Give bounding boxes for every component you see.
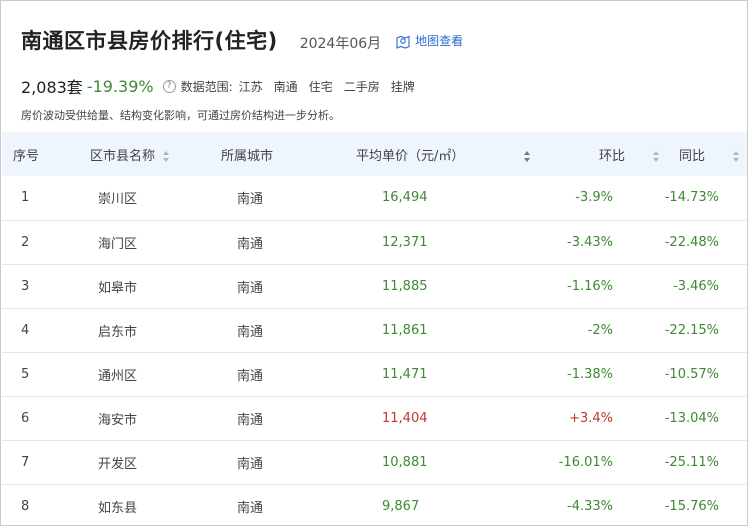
mom-change: -3.9% — [575, 190, 613, 206]
row-index: 1 — [21, 190, 30, 206]
col-header-index: 序号 — [13, 148, 40, 164]
scope-source: 挂牌 — [390, 79, 415, 94]
scope-label: 数据范围: — [180, 79, 233, 94]
scope-city: 南通 — [273, 79, 298, 94]
row-index: 7 — [21, 454, 30, 470]
sort-icon[interactable] — [524, 150, 531, 162]
mom-change: -3.43% — [567, 234, 613, 250]
city-name: 南通 — [237, 456, 264, 472]
yoy-change-cell: -15.76% — [664, 498, 719, 514]
district-name: 海安市 — [98, 412, 138, 428]
col-header-yoy[interactable]: 同比 — [651, 132, 747, 176]
avg-price: 16,494 — [382, 190, 428, 206]
scope-market: 二手房 — [343, 79, 380, 94]
city-name: 南通 — [237, 368, 264, 384]
avg-price: 10,881 — [382, 454, 428, 470]
row-index: 4 — [21, 322, 30, 338]
ranking-panel: 南通区市县房价排行(住宅) 2024年06月 地图查看 2,083套 -19.3… — [0, 0, 748, 526]
sort-icon[interactable] — [163, 150, 170, 162]
mom-change: -16.01% — [558, 454, 613, 470]
sort-icon[interactable] — [733, 150, 740, 162]
table-row[interactable]: 5 通州区 南通 11,471 -1.38% -10.57% — [2, 352, 747, 396]
avg-price: 11,885 — [382, 278, 428, 294]
scope-property-type: 住宅 — [308, 79, 333, 94]
table-row[interactable]: 1 崇川区 南通 16,494 -3.9% -14.73% — [2, 176, 747, 220]
district-name: 开发区 — [98, 456, 138, 472]
city-name: 南通 — [237, 412, 264, 428]
row-index: 5 — [21, 366, 30, 382]
yoy-change-cell: -10.57% — [664, 366, 719, 382]
col-header-avg-price[interactable]: 平均单价（元/㎡） — [338, 132, 539, 176]
row-index: 8 — [21, 498, 30, 514]
yoy-change-cell: -14.73% — [664, 190, 719, 206]
city-name: 南通 — [237, 280, 264, 296]
avg-price: 11,404 — [382, 410, 428, 426]
map-pin-icon — [396, 35, 410, 49]
table-row[interactable]: 2 海门区 南通 12,371 -3.43% -22.48% — [2, 220, 747, 264]
row-index: 6 — [21, 410, 30, 426]
district-name: 崇川区 — [98, 192, 138, 208]
city-name: 南通 — [237, 500, 264, 516]
avg-price: 12,371 — [382, 234, 428, 250]
yoy-change-cell: -25.11% — [664, 454, 719, 470]
description-text: 房价波动受供给量、结构变化影响，可通过房价结构进一步分析。 — [21, 109, 340, 122]
mom-change: -1.38% — [567, 366, 613, 382]
yoy-change: -19.39% — [86, 76, 154, 96]
summary-stats: 2,083套 -19.39% ? 数据范围: 江苏 南通 住宅 二手房 挂牌 — [21, 74, 415, 98]
yoy-change-cell: -13.04% — [664, 410, 719, 426]
table-row[interactable]: 6 海安市 南通 11,404 +3.4% -13.04% — [2, 396, 747, 440]
table-row[interactable]: 7 开发区 南通 10,881 -16.01% -25.11% — [2, 440, 747, 484]
district-name: 通州区 — [98, 368, 138, 384]
table-row[interactable]: 8 如东县 南通 9,867 -4.33% -15.76% — [2, 484, 747, 525]
map-view-link[interactable]: 地图查看 — [395, 32, 463, 49]
district-name: 启东市 — [98, 324, 138, 340]
map-view-label: 地图查看 — [415, 33, 464, 48]
page-title: 南通区市县房价排行(住宅) — [21, 29, 278, 53]
avg-price: 11,471 — [382, 366, 428, 382]
yoy-change-cell: -22.48% — [664, 234, 719, 250]
yoy-change-cell: -3.46% — [673, 278, 719, 294]
table-row[interactable]: 3 如皋市 南通 11,885 -1.16% -3.46% — [2, 264, 747, 308]
col-header-city: 所属城市 — [221, 148, 274, 164]
district-name: 如皋市 — [98, 280, 138, 296]
scope-province: 江苏 — [238, 79, 263, 94]
row-index: 2 — [21, 234, 30, 250]
mom-change: -4.33% — [567, 498, 613, 514]
avg-price: 11,861 — [382, 322, 428, 338]
district-name: 如东县 — [98, 500, 138, 516]
col-header-district[interactable]: 区市县名称 — [78, 132, 203, 176]
district-name: 海门区 — [98, 236, 138, 252]
ranking-table: 序号 区市县名称 所属城市 平均单价（元/㎡） 环比 同比 1 崇川区 南通 16,4… — [2, 132, 747, 525]
mom-change: -1.16% — [567, 278, 613, 294]
report-date: 2024年06月 — [299, 36, 382, 52]
col-header-mom[interactable]: 环比 — [539, 132, 660, 176]
panel-header: 南通区市县房价排行(住宅) 2024年06月 地图查看 — [21, 25, 463, 55]
city-name: 南通 — [237, 236, 264, 252]
row-index: 3 — [21, 278, 30, 294]
yoy-change-cell: -22.15% — [664, 322, 719, 338]
listing-count: 2,083套 — [21, 78, 83, 97]
table-row[interactable]: 4 启东市 南通 11,861 -2% -22.15% — [2, 308, 747, 352]
table-header-row: 序号 区市县名称 所属城市 平均单价（元/㎡） 环比 同比 — [2, 132, 747, 176]
help-icon[interactable]: ? — [162, 79, 176, 93]
mom-change: +3.4% — [569, 410, 613, 426]
city-name: 南通 — [237, 192, 264, 208]
avg-price: 9,867 — [382, 498, 420, 514]
sort-icon[interactable] — [653, 150, 660, 162]
mom-change: -2% — [587, 322, 613, 338]
city-name: 南通 — [237, 324, 264, 340]
